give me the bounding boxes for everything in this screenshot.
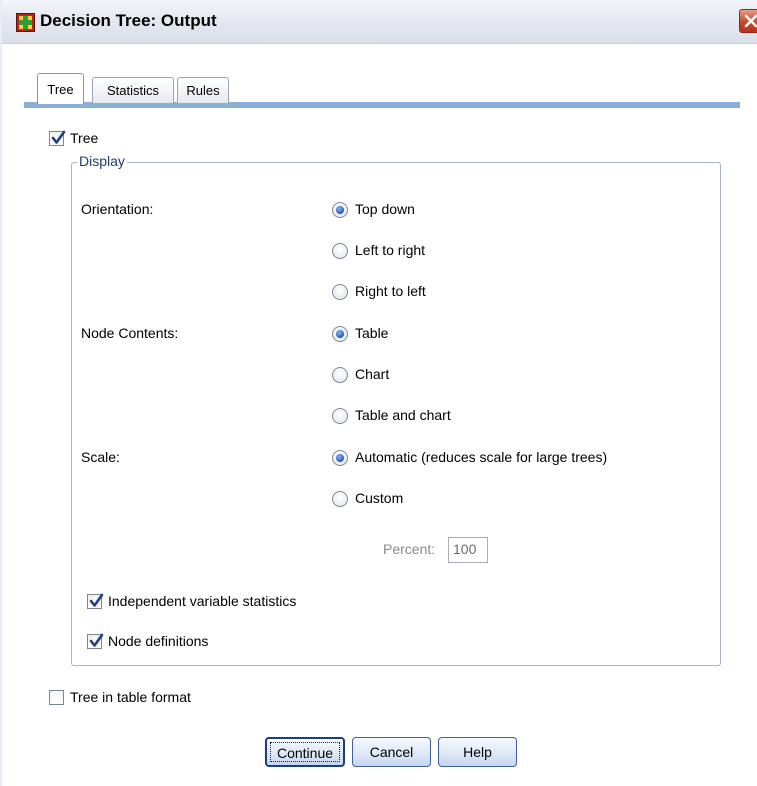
node-contents-label: Node Contents:: [81, 325, 179, 341]
right-to-left-label: Right to left: [355, 283, 426, 299]
title-bar[interactable]: Decision Tree: Output: [2, 0, 757, 44]
checkmark-icon: [89, 633, 104, 647]
chart-label: Chart: [355, 366, 390, 382]
close-button[interactable]: [739, 9, 757, 33]
tree-checkbox-label: Tree: [70, 130, 99, 146]
radio-table[interactable]: [332, 326, 348, 342]
custom-label: Custom: [355, 490, 404, 506]
tree-in-table-format-checkbox[interactable]: [49, 690, 64, 705]
window-title: Decision Tree: Output: [40, 11, 217, 30]
radio-right-to-left[interactable]: [332, 284, 348, 300]
left-to-right-label: Left to right: [355, 242, 426, 258]
dialog-window: Decision Tree: Output Tree Statistics Ru…: [0, 0, 757, 786]
independent-variable-statistics-label: Independent variable statistics: [108, 593, 297, 609]
radio-selected-dot: [336, 454, 344, 462]
independent-variable-statistics-checkbox[interactable]: [87, 593, 104, 609]
cancel-button[interactable]: Cancel: [352, 737, 431, 767]
checkmark-icon: [51, 130, 66, 144]
tab-tree[interactable]: Tree: [37, 73, 84, 104]
radio-top-down[interactable]: [332, 202, 348, 218]
cancel-button-label: Cancel: [369, 744, 414, 760]
top-down-label: Top down: [355, 201, 415, 217]
radio-custom[interactable]: [332, 491, 348, 507]
percent-input[interactable]: 100: [448, 537, 488, 563]
table-and-chart-label: Table and chart: [355, 407, 451, 423]
focus-ring: [270, 742, 340, 762]
radio-selected-dot: [336, 206, 344, 214]
tab-label: Rules: [186, 83, 220, 98]
radio-left-to-right[interactable]: [332, 243, 348, 259]
checkmark-icon: [89, 593, 104, 607]
node-definitions-label: Node definitions: [108, 633, 209, 649]
scale-label: Scale:: [81, 449, 120, 465]
orientation-label: Orientation:: [81, 201, 154, 217]
radio-automatic[interactable]: [332, 450, 348, 466]
close-icon: [744, 14, 757, 28]
tab-rules[interactable]: Rules: [177, 77, 229, 103]
radio-selected-dot: [336, 330, 344, 338]
tree-in-table-format-label: Tree in table format: [70, 689, 191, 705]
display-group-title: Display: [77, 153, 127, 169]
radio-chart[interactable]: [332, 367, 348, 383]
tree-checkbox[interactable]: [49, 130, 66, 146]
continue-button[interactable]: Continue: [265, 737, 345, 767]
tab-strip: Tree Statistics Rules: [24, 73, 740, 107]
tab-statistics[interactable]: Statistics: [92, 77, 174, 103]
percent-label: Percent:: [383, 541, 436, 557]
radio-table-and-chart[interactable]: [332, 408, 348, 424]
automatic-label: Automatic (reduces scale for large trees…: [355, 449, 608, 465]
table-label: Table: [355, 325, 389, 341]
node-definitions-checkbox[interactable]: [87, 633, 104, 649]
help-button[interactable]: Help: [438, 737, 517, 767]
app-icon: [16, 13, 35, 32]
tab-label: Statistics: [106, 83, 159, 98]
tab-label: Tree: [47, 82, 74, 97]
help-button-label: Help: [463, 744, 492, 760]
